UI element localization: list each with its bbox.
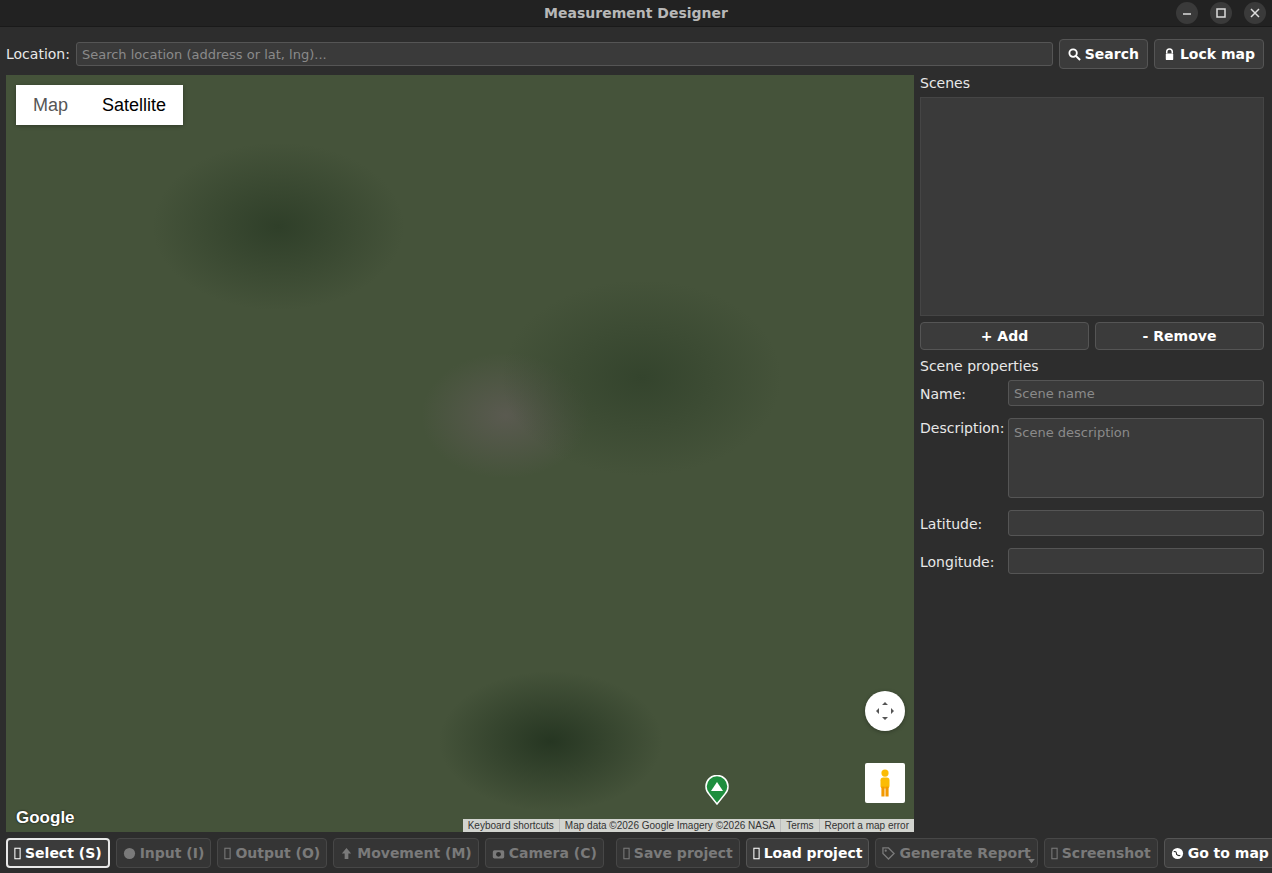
location-bar: Location: Search Lock map xyxy=(0,27,1272,75)
mountain-pin-icon[interactable] xyxy=(705,775,729,805)
box-icon xyxy=(753,847,760,860)
scene-list[interactable] xyxy=(920,97,1264,316)
form-row: Longitude: xyxy=(920,548,1264,574)
move-arrows-icon xyxy=(873,699,897,723)
window-controls xyxy=(1176,2,1266,24)
description-textarea[interactable] xyxy=(1008,418,1264,498)
field-input[interactable] xyxy=(1008,380,1264,406)
attribution-item[interactable]: Terms xyxy=(780,819,818,832)
minimize-icon[interactable] xyxy=(1176,2,1198,24)
action-button[interactable]: Save project xyxy=(616,838,740,868)
button-label: Camera (C) xyxy=(509,845,597,861)
maximize-icon[interactable] xyxy=(1210,2,1232,24)
field-input[interactable] xyxy=(1008,510,1264,536)
side-panel: Scenes+ Add- RemoveScene propertiesName:… xyxy=(920,75,1264,832)
button-label: Load project xyxy=(764,845,863,861)
map-type-button[interactable]: Map xyxy=(16,85,85,125)
button-label: Select (S) xyxy=(25,845,102,861)
google-logo: Google xyxy=(16,808,75,828)
attribution-item[interactable]: Map data ©2026 Google Imagery ©2026 NASA xyxy=(559,819,780,832)
form-row: Description: xyxy=(920,418,1264,498)
tag-icon xyxy=(882,847,895,860)
tool-button[interactable]: Select (S) xyxy=(6,838,110,868)
attribution-item[interactable]: Report a map error xyxy=(819,819,914,832)
camera-control[interactable] xyxy=(865,691,905,731)
attribution-item[interactable]: Keyboard shortcuts xyxy=(463,819,559,832)
close-icon[interactable] xyxy=(1244,2,1266,24)
toolbar-button[interactable]: Lock map xyxy=(1154,39,1264,69)
box-icon xyxy=(1051,847,1058,860)
button-label: Generate Report xyxy=(899,845,1030,861)
action-button[interactable]: Generate Report xyxy=(875,838,1037,868)
action-button[interactable]: Screenshot xyxy=(1044,838,1158,868)
toolbar-button[interactable]: Search xyxy=(1059,39,1148,69)
bottom-toolbar: Select (S) Input (I) Output (O) Movement (M… xyxy=(0,832,1272,873)
box-icon xyxy=(14,847,21,860)
field-label: Name: xyxy=(920,384,1002,402)
field-label: Latitude: xyxy=(920,514,1002,532)
map-type-control: MapSatellite xyxy=(16,85,183,125)
dropdown-arrow-icon xyxy=(1028,859,1035,864)
button-label: Search xyxy=(1085,46,1139,62)
camera-icon xyxy=(492,847,505,860)
app-window: Measurement Designer Location: Search Lock … xyxy=(0,0,1272,873)
field-input[interactable] xyxy=(1008,548,1264,574)
scene-buttons: + Add- Remove xyxy=(920,316,1264,358)
button-label: Input (I) xyxy=(140,845,205,861)
map-attribution: Keyboard shortcutsMap data ©2026 Google … xyxy=(463,819,914,832)
box-icon xyxy=(623,847,630,860)
location-input[interactable] xyxy=(76,42,1053,66)
button-label: Lock map xyxy=(1180,46,1255,62)
field-label: Longitude: xyxy=(920,552,1002,570)
action-button[interactable]: Go to map xyxy=(1164,838,1272,868)
button-label: Go to map xyxy=(1188,845,1269,861)
title-bar: Measurement Designer xyxy=(0,0,1272,27)
tool-button[interactable]: Input (I) xyxy=(116,838,212,868)
arrow-up-icon xyxy=(340,847,353,860)
tool-button[interactable]: Movement (M) xyxy=(333,838,479,868)
pegman-icon xyxy=(876,768,894,798)
form-row: Latitude: xyxy=(920,510,1264,536)
button-label: Output (O) xyxy=(235,845,320,861)
globe-icon xyxy=(1171,847,1184,860)
button-label: Screenshot xyxy=(1062,845,1151,861)
box-icon xyxy=(224,847,231,860)
button-label: Save project xyxy=(634,845,733,861)
lock-icon xyxy=(1163,48,1176,61)
map-type-button[interactable]: Satellite xyxy=(85,85,183,125)
button-label: Movement (M) xyxy=(357,845,472,861)
scene-button[interactable]: + Add xyxy=(920,322,1089,350)
street-view-control[interactable] xyxy=(865,763,905,803)
field-label: Description: xyxy=(920,418,1002,436)
properties-form: Name: Description: Latitude: Longitude: xyxy=(920,380,1264,574)
window-title: Measurement Designer xyxy=(544,5,728,21)
form-row: Name: xyxy=(920,380,1264,406)
main-area: MapSatellite Google Keyboard shortcutsMap … xyxy=(0,75,1272,832)
map-view[interactable]: MapSatellite Google Keyboard shortcutsMap … xyxy=(6,75,914,832)
action-button[interactable]: Load project xyxy=(746,838,870,868)
tool-button[interactable]: Camera (C) xyxy=(485,838,604,868)
scene-button[interactable]: - Remove xyxy=(1095,322,1264,350)
tool-button[interactable]: Output (O) xyxy=(217,838,327,868)
scenes-title: Scenes xyxy=(920,75,1264,97)
properties-title: Scene properties xyxy=(920,358,1264,380)
dot-icon xyxy=(123,847,136,860)
search-icon xyxy=(1068,48,1081,61)
location-label: Location: xyxy=(6,46,70,62)
